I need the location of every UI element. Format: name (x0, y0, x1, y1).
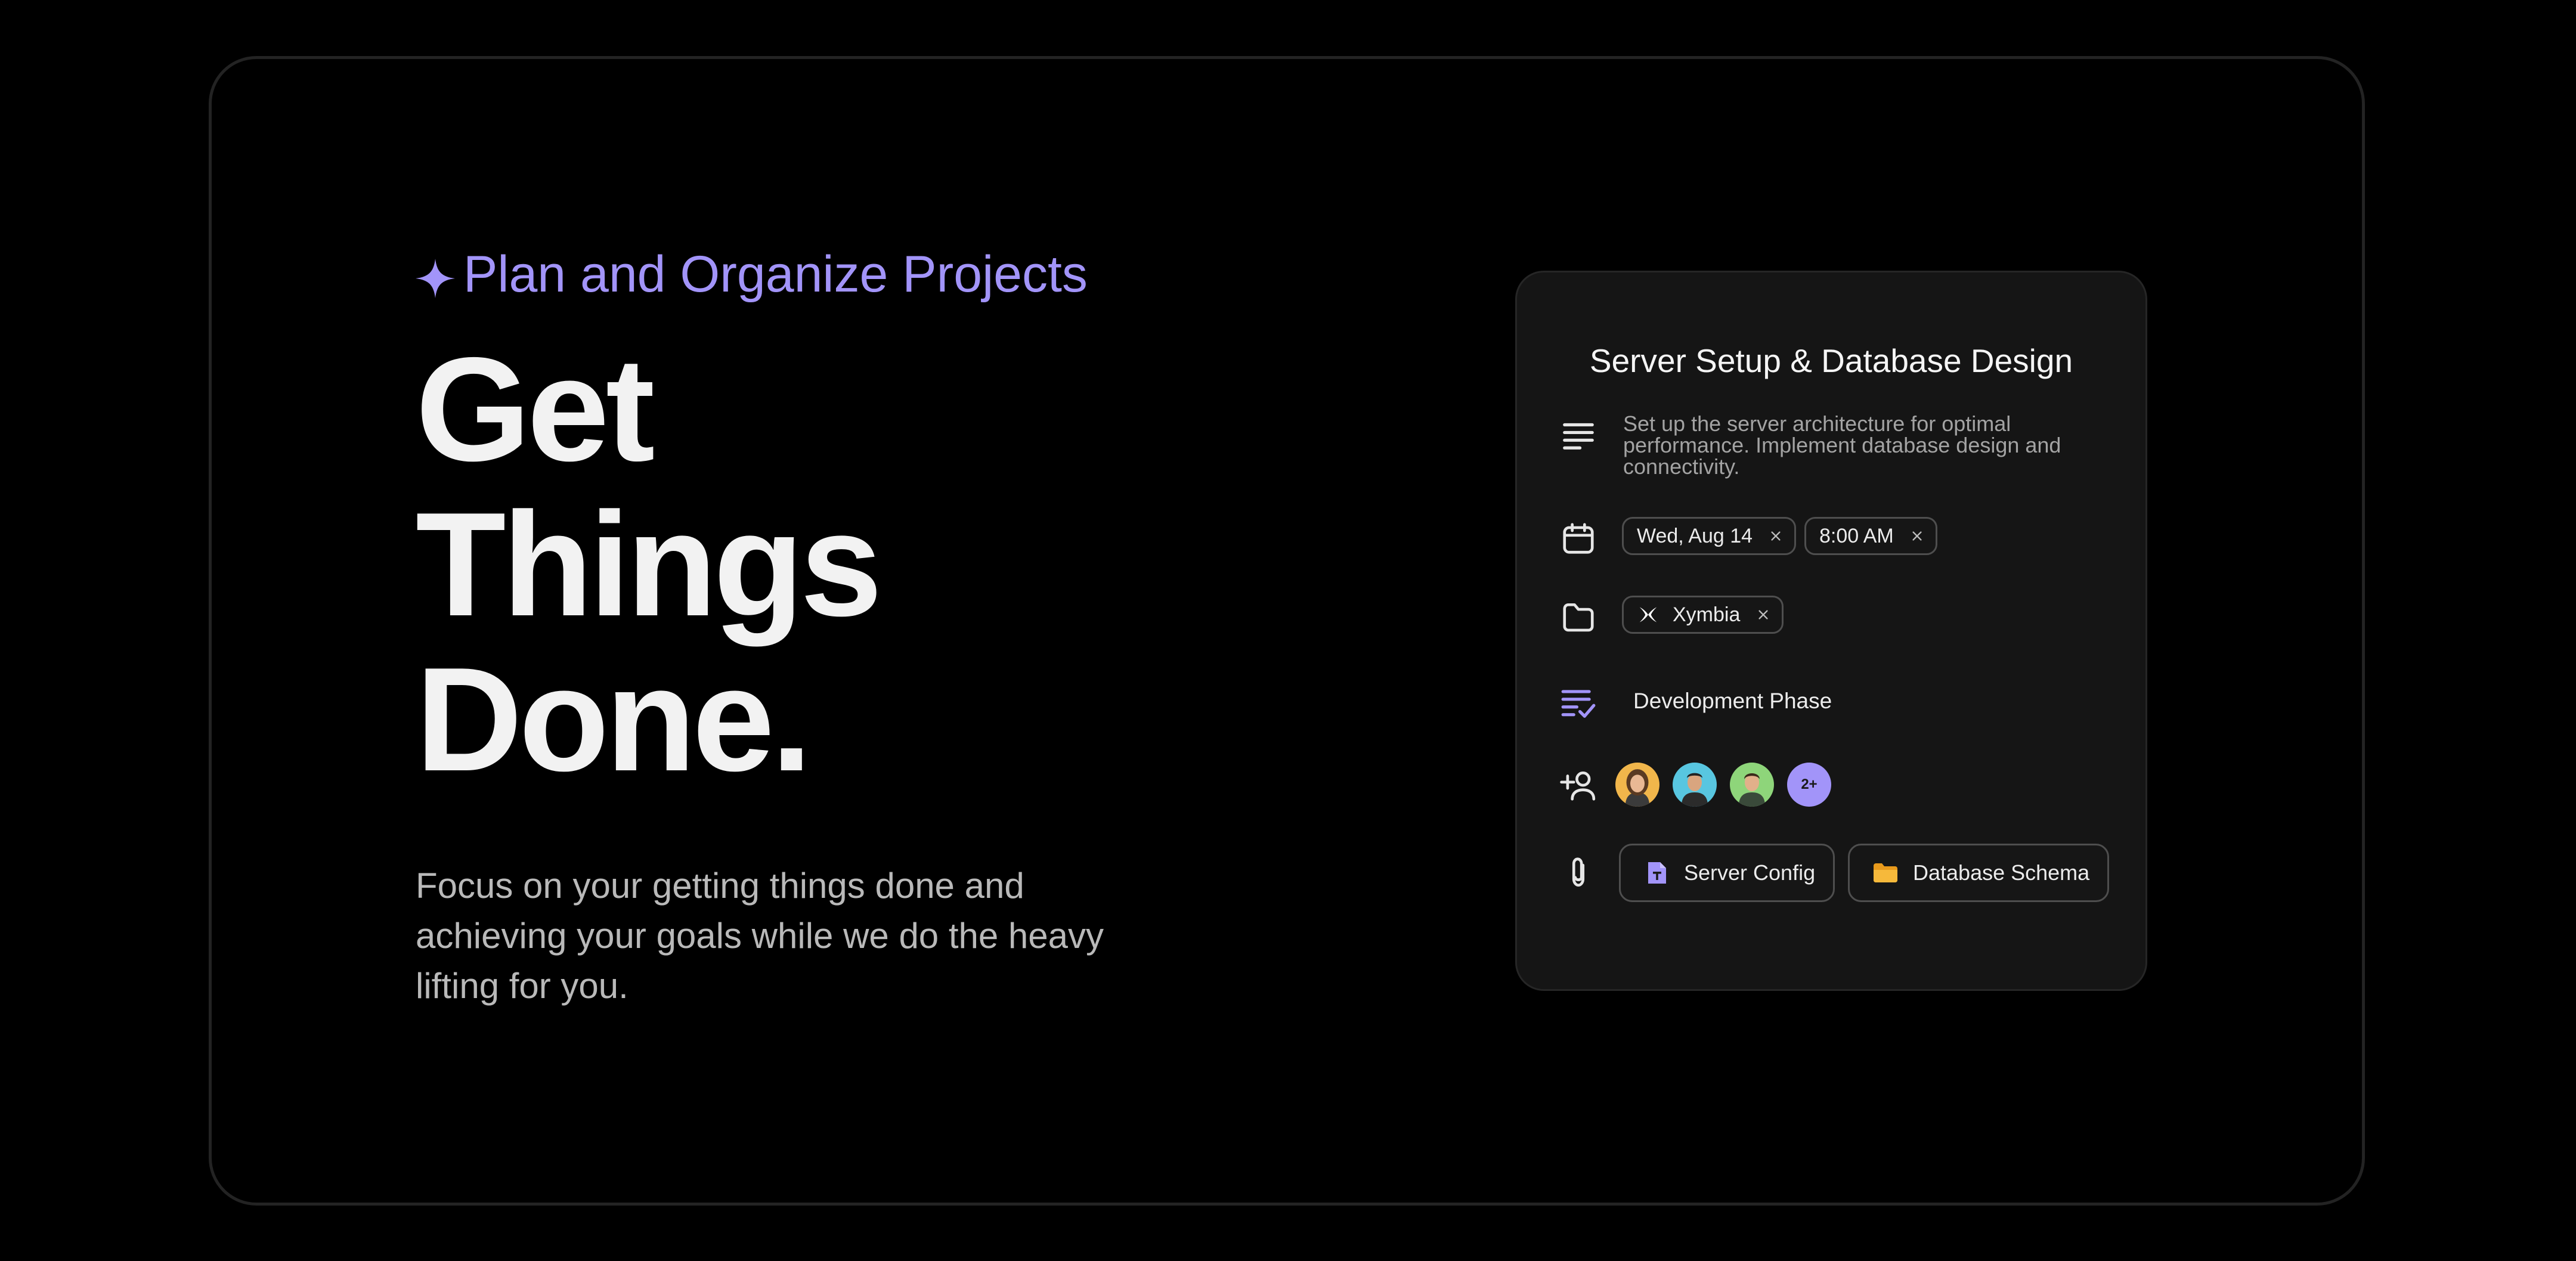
checklist-icon (1560, 684, 1597, 721)
time-chip[interactable]: 8:00 AM (1804, 517, 1937, 555)
headline-line-1: Get (416, 326, 655, 492)
text-file-icon (1648, 862, 1666, 884)
headline-line-2: Things (416, 481, 883, 647)
attachment-label: Database Schema (1913, 860, 2090, 885)
headline-line-3: Done. (416, 636, 812, 802)
headline: Get Things Done. (416, 331, 1191, 797)
attachment-database-schema[interactable]: Database Schema (1848, 844, 2110, 902)
attachment-label: Server Config (1684, 860, 1816, 885)
assignee-avatars: 2+ (1615, 763, 1831, 807)
xymbia-logo-icon (1639, 607, 1657, 622)
date-value: Wed, Aug 14 (1637, 524, 1753, 547)
text-lines-icon (1560, 416, 1597, 453)
folder-icon (1560, 599, 1597, 636)
close-icon[interactable] (1769, 529, 1782, 543)
eyebrow: Plan and Organize Projects (416, 238, 1191, 310)
sparkle-icon (416, 259, 455, 298)
project-chip[interactable]: Xymbia (1622, 596, 1784, 634)
hero-subtitle: Focus on your getting things done and ac… (416, 866, 1104, 1006)
hero-section: Plan and Organize Projects Get Things Do… (416, 238, 1191, 1011)
folder-icon (1874, 863, 1897, 882)
eyebrow-text: Plan and Organize Projects (463, 246, 1088, 303)
close-icon[interactable] (1757, 608, 1770, 621)
date-chip[interactable]: Wed, Aug 14 (1622, 517, 1797, 555)
task-description: Set up the server architecture for optim… (1623, 411, 2061, 479)
task-card[interactable]: Server Setup & Database Design Set up th… (1515, 271, 2147, 991)
task-title: Server Setup & Database Design (1589, 342, 2073, 379)
add-user-icon[interactable] (1560, 767, 1597, 804)
calendar-icon (1560, 520, 1597, 557)
time-value: 8:00 AM (1819, 524, 1894, 547)
avatar[interactable] (1615, 763, 1659, 807)
paperclip-icon (1560, 854, 1597, 891)
close-icon[interactable] (1911, 529, 1924, 543)
avatar[interactable] (1730, 763, 1774, 807)
attachment-server-config[interactable]: Server Config (1619, 844, 1835, 902)
more-assignees-badge[interactable]: 2+ (1787, 763, 1831, 807)
avatar[interactable] (1673, 763, 1717, 807)
project-name: Xymbia (1673, 603, 1741, 626)
phase-label[interactable]: Development Phase (1633, 686, 1832, 716)
